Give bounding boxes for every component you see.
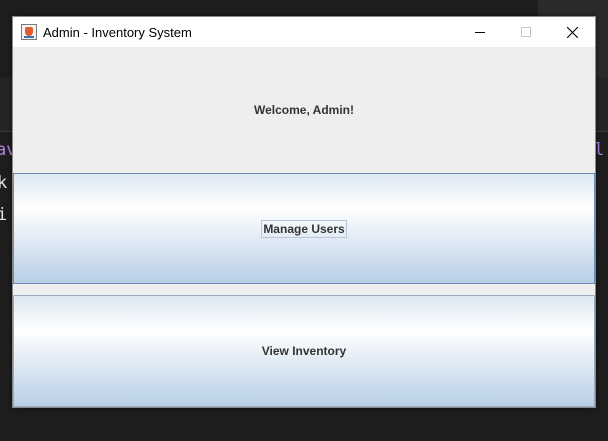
close-icon	[566, 26, 578, 38]
view-inventory-label: View Inventory	[261, 344, 347, 358]
window-controls	[457, 17, 595, 47]
title-bar[interactable]: Admin - Inventory System	[13, 17, 595, 47]
java-cup-icon	[21, 24, 37, 40]
maximize-button[interactable]	[503, 17, 549, 47]
window-content: Welcome, Admin! Manage Users View Invent…	[13, 47, 595, 407]
view-inventory-button[interactable]: View Inventory	[13, 295, 595, 407]
manage-users-button[interactable]: Manage Users	[13, 173, 595, 284]
ide-code-fragment-2: k	[0, 173, 8, 193]
minimize-icon	[475, 32, 485, 33]
window-title: Admin - Inventory System	[43, 24, 192, 40]
close-button[interactable]	[549, 17, 595, 47]
admin-window: Admin - Inventory System Welcome, Admin!…	[12, 16, 596, 408]
minimize-button[interactable]	[457, 17, 503, 47]
ide-code-fragment-3: i	[0, 205, 8, 225]
manage-users-label: Manage Users	[261, 219, 347, 238]
maximize-icon	[521, 27, 531, 37]
welcome-label: Welcome, Admin!	[253, 102, 354, 117]
